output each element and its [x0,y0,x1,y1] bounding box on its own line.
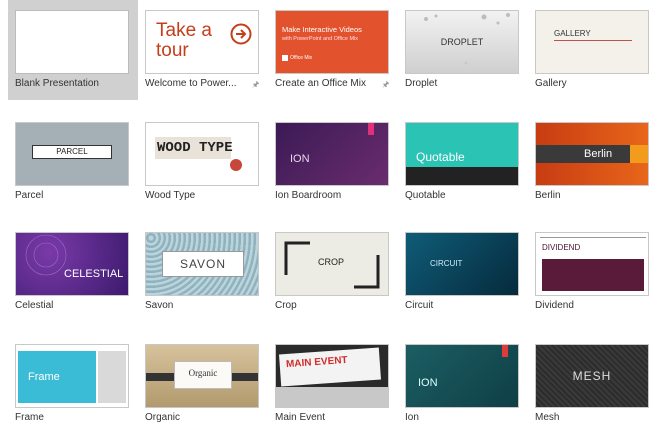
template-label: Savon [145,300,174,311]
arrow-circle-icon [230,23,252,45]
thumb-heading: Make Interactive Videos [282,25,362,34]
template-label: Parcel [15,190,44,201]
template-wood-type[interactable]: WOOD TYPE Wood Type [138,112,268,212]
template-label: Welcome to Power... [145,78,237,89]
template-quotable[interactable]: Quotable Quotable [398,112,528,212]
thumb-brand: Office Mix [290,55,313,61]
thumbnail: PARCEL [15,122,129,186]
thumbnail: WOOD TYPE [145,122,259,186]
template-main-event[interactable]: MAIN EVENT Main Event [268,334,398,434]
thumbnail: Frame [15,344,129,408]
thumbnail: DIVIDEND [535,232,649,296]
thumbnail: Berlin [535,122,649,186]
template-blank-presentation[interactable]: Blank Presentation [8,0,138,100]
template-parcel[interactable]: PARCEL Parcel [8,112,138,212]
floor [276,387,388,407]
template-label: Frame [15,412,44,423]
thumbnail [15,10,129,74]
thumbnail: ION [275,122,389,186]
thumbnail: GALLERY [535,10,649,74]
template-label: Blank Presentation [15,78,99,89]
accent-tab [502,345,508,357]
divider [554,40,632,41]
template-label: Create an Office Mix [275,78,366,89]
template-gallery[interactable]: GALLERY Gallery [528,0,650,100]
thumb-title: GALLERY [554,29,591,38]
thumbnail: Take a tour [145,10,259,74]
template-label: Quotable [405,190,446,201]
template-label: Ion [405,412,419,423]
thumbnail: CELESTIAL [15,232,129,296]
template-label: Gallery [535,78,567,89]
thumb-title: Berlin [584,148,613,160]
template-label: Berlin [535,190,561,201]
template-label: Celestial [15,300,54,311]
thumb-title: DIVIDEND [542,243,581,252]
thumb-title: SAVON [179,257,227,271]
thumb-title: CIRCUIT [430,259,463,268]
stamp-icon [230,159,242,171]
thumb-title: PARCEL [56,147,88,156]
template-label: Droplet [405,78,438,89]
thumbnail: MAIN EVENT [275,344,389,408]
accent-tab [368,123,374,135]
thumb-title: MESH [572,369,612,383]
thumb-title: Organic [188,368,218,378]
template-circuit[interactable]: CIRCUIT Circuit [398,222,528,322]
pin-icon[interactable]: 🖈 [252,79,259,93]
template-mesh[interactable]: MESH Mesh [528,334,650,434]
thumb-title-1: Take a [156,20,212,41]
thumb-title: CELESTIAL [64,268,124,280]
office-mix-logo-icon [282,55,288,61]
template-organic[interactable]: Organic Organic [138,334,268,434]
thumb-title: ION [290,153,310,165]
template-dividend[interactable]: DIVIDEND Dividend [528,222,650,322]
thumb-title: Frame [28,371,60,383]
template-label: Ion Boardroom [275,190,342,201]
thumb-title: DROPLET [440,37,484,47]
thumbnail: CIRCUIT [405,232,519,296]
content-block [542,259,644,291]
template-label: Mesh [535,412,560,423]
thumbnail: SAVON [145,232,259,296]
thumb-subheading: with PowerPoint and Office Mix [282,36,359,42]
side-panel [98,351,126,403]
pin-icon[interactable]: 🖈 [382,79,389,93]
template-label: Dividend [535,300,574,311]
template-ion-boardroom[interactable]: ION Ion Boardroom [268,112,398,212]
template-ion[interactable]: ION Ion [398,334,528,434]
thumbnail: ION [405,344,519,408]
thumb-title-2: tour [156,40,189,61]
thumb-title: Quotable [416,150,465,164]
thumbnail: Organic [145,344,259,408]
thumb-title: CROP [318,257,345,267]
bottom-band [406,167,518,185]
template-frame[interactable]: Frame Frame [8,334,138,434]
template-droplet[interactable]: DROPLET Droplet [398,0,528,100]
template-crop[interactable]: CROP Crop [268,222,398,322]
template-label: Wood Type [145,190,196,201]
top-rule [540,237,646,238]
template-label: Circuit [405,300,434,311]
template-celestial[interactable]: CELESTIAL Celestial [8,222,138,322]
thumb-title: WOOD TYPE [157,140,233,156]
template-label: Organic [145,412,181,423]
template-label: Crop [275,300,297,311]
thumbnail: MESH [535,344,649,408]
template-berlin[interactable]: Berlin Berlin [528,112,650,212]
thumbnail: CROP [275,232,389,296]
thumbnail: Make Interactive Videos with PowerPoint … [275,10,389,74]
orbit-decoration [25,234,67,276]
template-savon[interactable]: SAVON Savon [138,222,268,322]
thumbnail: Quotable [405,122,519,186]
template-label: Main Event [275,412,326,423]
thumb-title: ION [418,377,438,389]
template-welcome-tour[interactable]: Take a tour Welcome to Power... 🖈 [138,0,268,100]
thumbnail: DROPLET [405,10,519,74]
accent-block [630,145,648,163]
template-office-mix[interactable]: Make Interactive Videos with PowerPoint … [268,0,398,100]
